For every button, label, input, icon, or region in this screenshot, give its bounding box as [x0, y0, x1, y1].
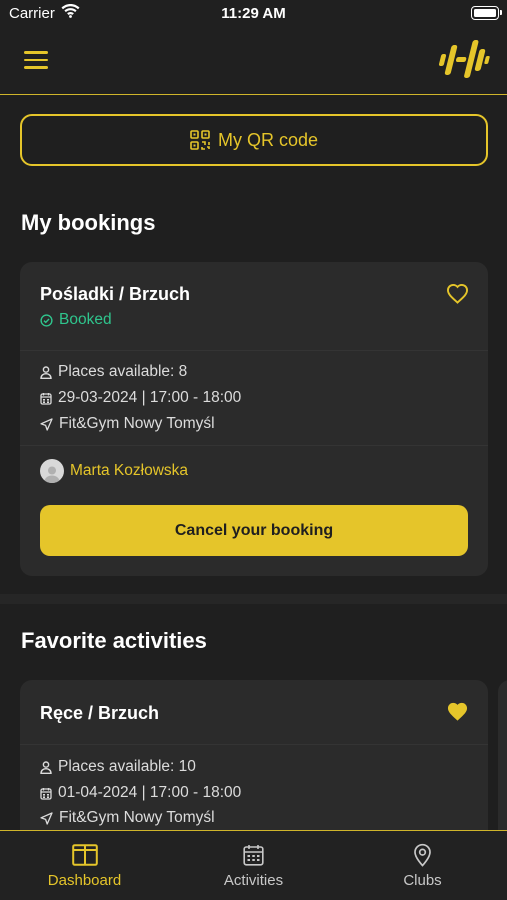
tab-clubs[interactable]: Clubs	[338, 831, 507, 900]
places-row: Places available: 8	[40, 363, 187, 381]
activity-location: Fit&Gym Nowy Tomyśl	[59, 809, 215, 826]
location-row: Fit&Gym Nowy Tomyśl	[40, 415, 215, 433]
datetime-row: 29-03-2024 | 17:00 - 18:00	[40, 389, 241, 407]
tab-bar: Dashboard Activities Clubs	[0, 830, 507, 900]
my-qr-code-button[interactable]: My QR code	[20, 114, 488, 166]
tab-label: Clubs	[403, 872, 442, 889]
person-icon	[40, 365, 52, 379]
clock: 11:29 AM	[221, 5, 286, 22]
divider	[20, 744, 488, 745]
divider	[20, 445, 488, 446]
qr-code-icon	[190, 130, 210, 150]
location-pin-icon	[413, 842, 432, 868]
activity-name: Pośladki / Brzuch	[40, 284, 191, 304]
section-separator	[0, 594, 507, 604]
dumbbell-logo	[435, 36, 493, 87]
places-available: Places available: 10	[58, 758, 196, 775]
activity-name: Ręce / Brzuch	[40, 703, 160, 723]
heart-outline-icon[interactable]	[446, 283, 469, 309]
person-icon	[40, 760, 52, 774]
next-favorite-card-peek[interactable]	[498, 680, 507, 830]
cancel-booking-button[interactable]: Cancel your booking	[40, 505, 468, 556]
tab-label: Activities	[223, 872, 284, 889]
app-header	[0, 30, 507, 95]
tab-dashboard[interactable]: Dashboard	[0, 831, 169, 900]
calendar-icon	[243, 842, 264, 868]
check-circle-icon	[40, 313, 53, 327]
my-bookings-title: My bookings	[21, 210, 156, 235]
activity-datetime: 29-03-2024 | 17:00 - 18:00	[58, 389, 242, 406]
status-bar: Carrier 11:29 AM	[0, 0, 507, 30]
datetime-row: 01-04-2024 | 17:00 - 18:00	[40, 784, 241, 802]
activity-datetime: 01-04-2024 | 17:00 - 18:00	[58, 784, 242, 801]
favorite-activity-card[interactable]: Ręce / Brzuch Places available: 10 01-04…	[20, 680, 488, 830]
calendar-icon	[40, 392, 52, 405]
dashboard-icon	[71, 842, 98, 868]
favorite-activities-title: Favorite activities	[21, 628, 207, 653]
location-row: Fit&Gym Nowy Tomyśl	[40, 809, 215, 827]
trainer-name: Marta Kozłowska	[70, 462, 189, 479]
divider	[20, 350, 488, 351]
navigation-arrow-icon	[40, 811, 53, 825]
booking-status-label: Booked	[59, 311, 112, 328]
calendar-icon	[40, 787, 52, 800]
booking-status: Booked	[40, 311, 112, 329]
activity-location: Fit&Gym Nowy Tomyśl	[59, 415, 215, 432]
tab-label: Dashboard	[47, 872, 122, 889]
trainer-link[interactable]: Marta Kozłowska	[40, 459, 188, 483]
avatar	[40, 459, 64, 483]
dashboard-content[interactable]: My QR code My bookings Pośladki / Brzuch…	[0, 96, 507, 830]
hamburger-menu-icon[interactable]	[24, 50, 48, 70]
battery-icon	[471, 6, 502, 20]
tab-activities[interactable]: Activities	[169, 831, 338, 900]
places-available: Places available: 8	[58, 363, 188, 380]
places-row: Places available: 10	[40, 758, 196, 776]
booking-card[interactable]: Pośladki / Brzuch Booked Places availabl…	[20, 262, 488, 576]
heart-filled-icon[interactable]	[446, 701, 469, 727]
qr-button-label: My QR code	[217, 129, 319, 150]
navigation-arrow-icon	[40, 417, 53, 431]
